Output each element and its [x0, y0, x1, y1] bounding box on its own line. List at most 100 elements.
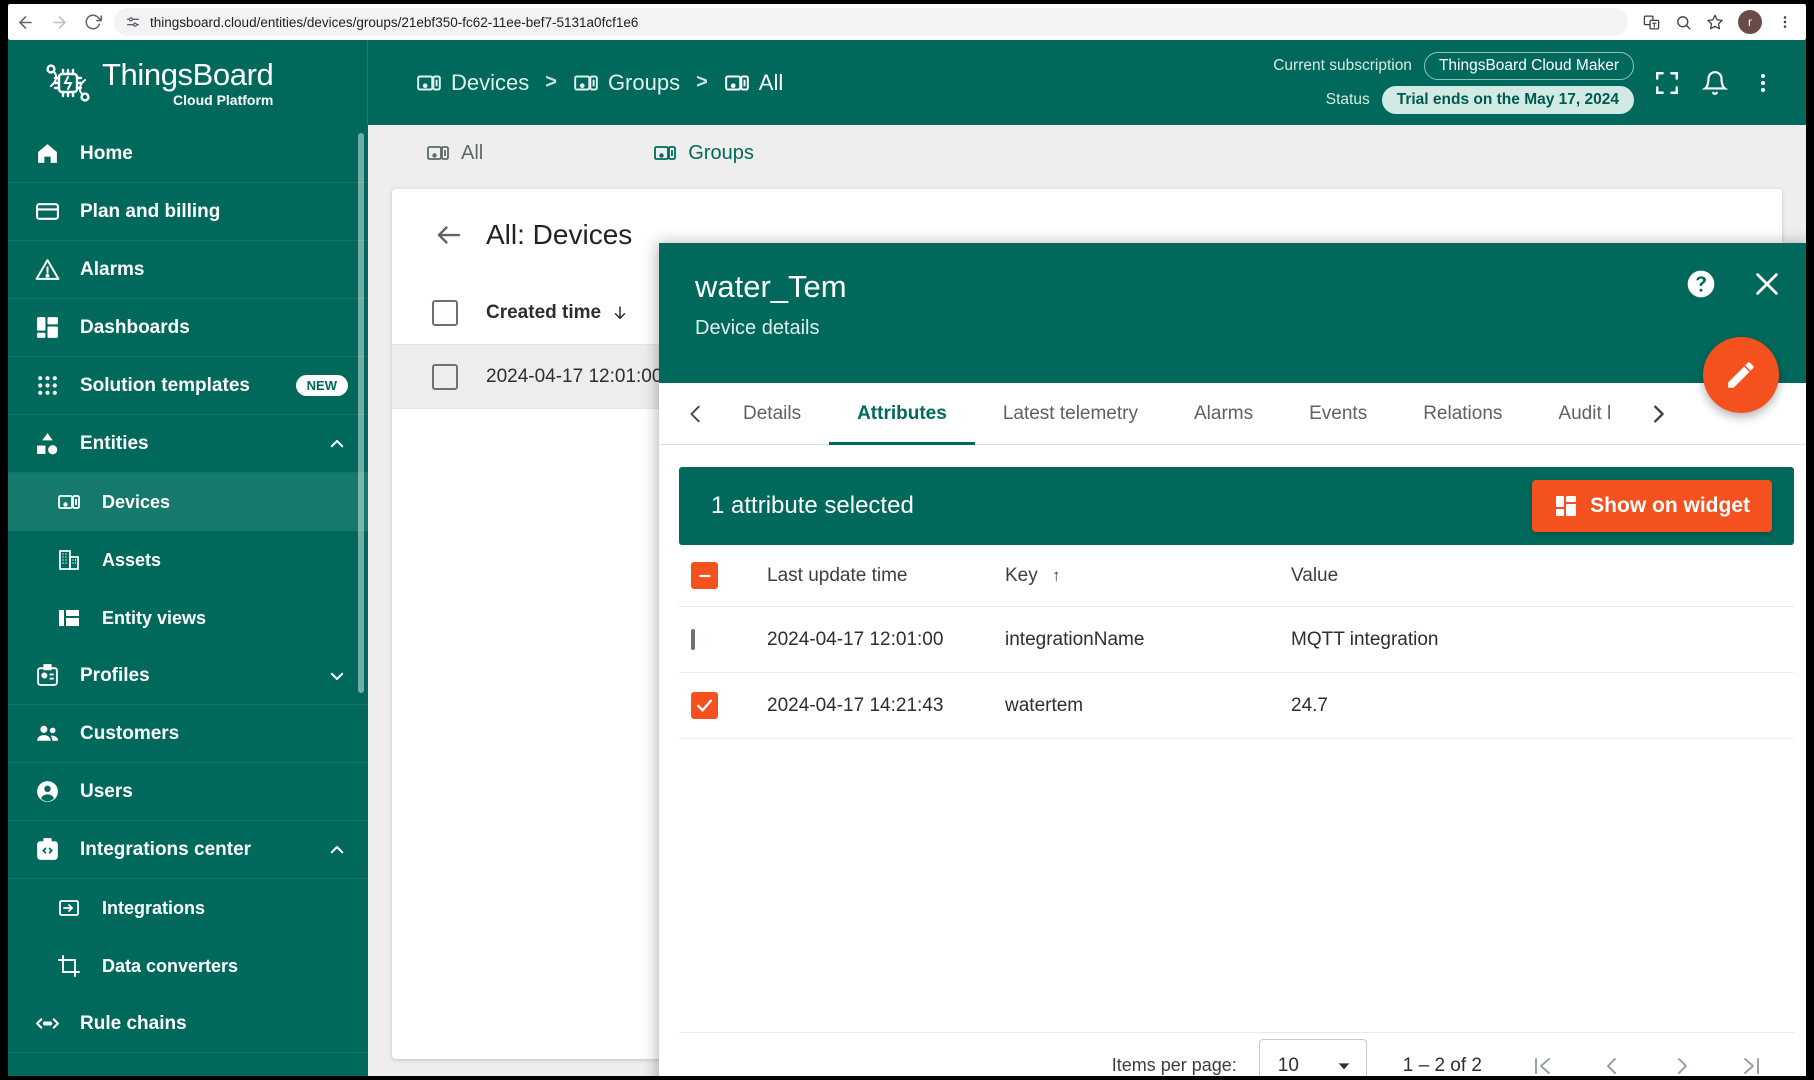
column-header-last-update-time[interactable]: Last update time: [767, 565, 1005, 587]
sidebar-item-integrations[interactable]: Integrations: [8, 879, 368, 937]
first-page-icon[interactable]: [1518, 1042, 1566, 1077]
site-settings-icon[interactable]: [124, 13, 142, 31]
edit-device-button[interactable]: [1703, 337, 1779, 413]
forward-arrow-icon[interactable]: [42, 5, 76, 39]
tab-groups[interactable]: Groups: [653, 141, 754, 165]
zoom-icon[interactable]: [1668, 7, 1698, 37]
address-bar[interactable]: thingsboard.cloud/entities/devices/group…: [114, 8, 1628, 36]
subscription-info: Current subscription ThingsBoard Cloud M…: [1273, 51, 1650, 114]
home-icon: [34, 141, 60, 167]
row-checkbox[interactable]: [679, 692, 767, 719]
sidebar-item-alarms[interactable]: Alarms: [8, 241, 368, 299]
tab-all[interactable]: All: [426, 141, 483, 165]
back-arrow-icon[interactable]: [434, 220, 464, 250]
column-header-key[interactable]: Key ↑: [1005, 565, 1291, 587]
sidebar-item-assets[interactable]: Assets: [8, 531, 368, 589]
sidebar-item-rule-chains[interactable]: Rule chains: [8, 995, 368, 1053]
brand-logo[interactable]: ThingsBoard Cloud Platform: [8, 40, 368, 125]
arrow-down-icon: [611, 304, 629, 322]
items-per-page-select[interactable]: 10: [1258, 1038, 1367, 1076]
kebab-menu-icon[interactable]: [1746, 66, 1780, 100]
sidebar-item-profiles[interactable]: Profiles: [8, 647, 368, 705]
sidebar-item-solution-templates[interactable]: Solution templates NEW: [8, 357, 368, 415]
tab-audit-logs[interactable]: Audit l: [1530, 383, 1639, 445]
checkbox-checked: [691, 692, 718, 719]
tab-alarms[interactable]: Alarms: [1166, 383, 1281, 445]
next-page-icon[interactable]: [1658, 1042, 1706, 1077]
sidebar-item-dashboards[interactable]: Dashboards: [8, 299, 368, 357]
chevron-up-icon[interactable]: [328, 841, 346, 859]
chevron-down-icon[interactable]: [328, 667, 346, 685]
device-icon: [573, 70, 599, 96]
avatar[interactable]: r: [1738, 10, 1762, 34]
fullscreen-icon[interactable]: [1650, 66, 1684, 100]
row-checkbox[interactable]: [679, 628, 767, 650]
device-icon: [426, 141, 450, 165]
sidebar-item-home[interactable]: Home: [8, 125, 368, 183]
code-box-icon: [34, 837, 60, 863]
sidebar-item-customers[interactable]: Customers: [8, 705, 368, 763]
translate-icon[interactable]: [1636, 7, 1666, 37]
breadcrumb-label: Groups: [607, 69, 681, 95]
chevron-right-icon[interactable]: [1639, 386, 1677, 442]
breadcrumb-label: All: [758, 69, 784, 95]
browser-tool-icons: r: [1636, 7, 1806, 37]
tab-attributes[interactable]: Attributes: [829, 383, 975, 445]
star-icon[interactable]: [1700, 7, 1730, 37]
sidebar-item-integrations-center[interactable]: Integrations center: [8, 821, 368, 879]
help-circle-icon[interactable]: [1684, 267, 1718, 301]
crop-icon: [56, 953, 82, 979]
table-row[interactable]: 2024-04-17 14:21:43 watertem 24.7: [679, 673, 1794, 739]
brand-name: ThingsBoard: [102, 56, 274, 92]
breadcrumb-item-groups[interactable]: Groups: [573, 70, 680, 96]
subscription-label: Current subscription: [1273, 56, 1412, 74]
show-on-widget-button[interactable]: Show on widget: [1532, 480, 1772, 532]
column-label: Created time: [486, 301, 602, 323]
tab-details[interactable]: Details: [715, 383, 829, 445]
last-page-icon[interactable]: [1728, 1042, 1776, 1077]
building-icon: [56, 547, 82, 573]
table-row[interactable]: 2024-04-17 12:01:00 integrationName MQTT…: [679, 607, 1794, 673]
thingsboard-app: ThingsBoard Cloud Platform Devices > Gro…: [8, 40, 1806, 1076]
sidebar-item-entities[interactable]: Entities: [8, 415, 368, 473]
status-badge[interactable]: Trial ends on the May 17, 2024: [1381, 85, 1634, 114]
column-header-value[interactable]: Value: [1291, 565, 1794, 587]
row-checkbox[interactable]: [432, 363, 458, 390]
paginator: Items per page: 10 1 – 2 of 2: [679, 1032, 1794, 1076]
breadcrumb-item-devices[interactable]: Devices: [416, 70, 529, 96]
column-header-created-time[interactable]: Created time: [486, 302, 629, 324]
login-arrow-icon: [56, 895, 82, 921]
sidebar-scroll-thumb[interactable]: [358, 133, 364, 693]
sidebar-item-entity-views[interactable]: Entity views: [8, 589, 368, 647]
sidebar-item-label: Profiles: [80, 664, 150, 686]
close-icon[interactable]: [1750, 267, 1784, 301]
sidebar-item-devices[interactable]: Devices: [8, 473, 368, 531]
select-all-checkbox[interactable]: [432, 299, 458, 326]
sidebar-item-label: Data converters: [102, 955, 239, 976]
rule-chain-icon: [34, 1011, 60, 1037]
sidebar-item-label: Entities: [80, 432, 149, 454]
chevron-left-icon[interactable]: [677, 386, 715, 442]
prev-page-icon[interactable]: [1588, 1042, 1636, 1077]
kebab-menu-icon[interactable]: [1770, 7, 1800, 37]
back-arrow-icon[interactable]: [8, 5, 42, 39]
subscription-badge[interactable]: ThingsBoard Cloud Maker: [1423, 51, 1634, 80]
tab-events[interactable]: Events: [1281, 383, 1395, 445]
sidebar: Home Plan and billing Alarms Dashboards …: [8, 125, 368, 1076]
sidebar-item-label: Users: [80, 780, 133, 802]
url-text: thingsboard.cloud/entities/devices/group…: [150, 14, 639, 30]
sidebar-item-users[interactable]: Users: [8, 763, 368, 821]
sidebar-item-plan-and-billing[interactable]: Plan and billing: [8, 183, 368, 241]
tab-relations[interactable]: Relations: [1395, 383, 1530, 445]
cell-key: watertem: [1005, 694, 1084, 716]
breadcrumb-item-all[interactable]: All: [724, 70, 783, 96]
badge-icon: [34, 663, 60, 689]
widget-icon: [1554, 494, 1578, 518]
sidebar-scrollbar[interactable]: [358, 125, 366, 1076]
chevron-up-icon[interactable]: [328, 435, 346, 453]
sidebar-item-data-converters[interactable]: Data converters: [8, 937, 368, 995]
bell-icon[interactable]: [1698, 66, 1732, 100]
reload-icon[interactable]: [76, 5, 110, 39]
tab-latest-telemetry[interactable]: Latest telemetry: [975, 383, 1166, 445]
select-all-attributes-checkbox[interactable]: [679, 562, 767, 589]
